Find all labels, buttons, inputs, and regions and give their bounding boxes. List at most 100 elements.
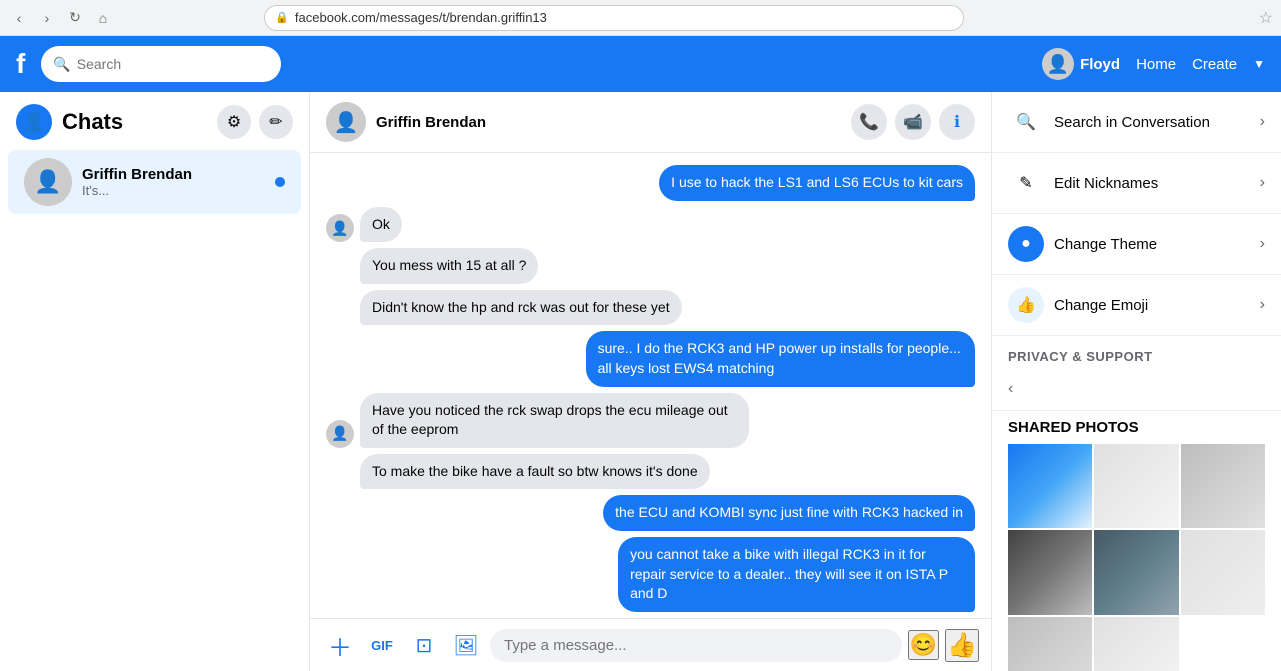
message-bubble: I use to hack the LS1 and LS6 ECUs to ki… <box>659 165 975 201</box>
home-button[interactable]: ⌂ <box>92 7 114 29</box>
emoji-button[interactable]: 😊 <box>908 630 939 660</box>
refresh-button[interactable]: ↻ <box>64 7 86 29</box>
shared-photos-title: SHARED PHOTOS <box>1008 419 1265 436</box>
right-panel: 🔍 Search in Conversation › ✎ Edit Nickna… <box>991 92 1281 671</box>
chat-name: Griffin Brendan <box>82 166 265 183</box>
main-layout: 👤 Chats ⚙ ✏ 👤 Griffin Brendan It's... 👤 <box>0 92 1281 671</box>
message-input[interactable] <box>490 629 902 662</box>
message-row: the ECU and KOMBI sync just fine with RC… <box>326 495 975 531</box>
search-conv-icon-bg: 🔍 <box>1008 104 1044 140</box>
like-button[interactable]: 👍 <box>945 629 979 662</box>
create-nav[interactable]: Create <box>1192 56 1237 73</box>
photo-thumb[interactable] <box>1008 444 1092 528</box>
chat-item[interactable]: 👤 Griffin Brendan It's... <box>8 150 301 214</box>
lock-icon: 🔒 <box>275 11 289 24</box>
message-avatar: 👤 <box>326 214 354 242</box>
message-bubble: Didn't know the hp and rck was out for t… <box>360 290 682 326</box>
search-conversation-item[interactable]: 🔍 Search in Conversation › <box>992 92 1281 153</box>
search-conversation-label: Search in Conversation <box>1054 114 1260 131</box>
change-emoji-item[interactable]: 👍 Change Emoji › <box>992 275 1281 336</box>
messages-area: I use to hack the LS1 and LS6 ECUs to ki… <box>310 153 991 618</box>
chevron-right-icon-2: › <box>1260 174 1265 192</box>
photo-thumb[interactable] <box>1008 617 1092 671</box>
edit-nicknames-item[interactable]: ✎ Edit Nicknames › <box>992 153 1281 214</box>
search-input[interactable] <box>77 56 257 72</box>
bookmark-button[interactable]: ☆ <box>1259 8 1273 28</box>
search-icon: 🔍 <box>53 56 70 73</box>
video-call-button[interactable]: 📹 <box>895 104 931 140</box>
privacy-title: PRIVACY & SUPPORT <box>1008 349 1153 364</box>
user-avatar: 👤 <box>1042 48 1074 80</box>
change-emoji-icon: 👍 <box>1016 295 1036 315</box>
sidebar-icons: ⚙ ✏ <box>217 105 293 139</box>
address-bar[interactable]: 🔒 facebook.com/messages/t/brendan.griffi… <box>264 5 964 31</box>
chevron-left-privacy-icon: ‹ <box>1008 380 1013 398</box>
message-bubble: You mess with 15 at all ? <box>360 248 538 284</box>
sticker-button[interactable]: ⊡ <box>406 627 442 663</box>
photo-thumb[interactable] <box>1094 444 1178 528</box>
new-message-button[interactable]: ✏ <box>259 105 293 139</box>
search-box[interactable]: 🔍 <box>41 46 281 82</box>
dropdown-arrow[interactable]: ▼ <box>1253 57 1265 71</box>
edit-nicknames-icon-bg: ✎ <box>1008 165 1044 201</box>
add-button[interactable]: ＋ <box>322 627 358 663</box>
change-theme-icon: ● <box>1021 235 1031 253</box>
message-avatar: 👤 <box>326 420 354 448</box>
chat-header: 👤 Griffin Brendan 📞 📹 ℹ <box>310 92 991 153</box>
photo-thumb[interactable] <box>1094 617 1178 671</box>
chat-header-name-area: Griffin Brendan <box>376 114 486 131</box>
message-row: To make the bike have a fault so btw kno… <box>326 454 975 490</box>
home-nav[interactable]: Home <box>1136 56 1176 73</box>
facebook-logo: f <box>16 48 25 80</box>
privacy-item[interactable]: ‹ <box>992 368 1281 411</box>
shared-photos-section: SHARED PHOTOS <box>992 411 1281 671</box>
chat-info: Griffin Brendan It's... <box>82 166 265 198</box>
info-button[interactable]: ℹ <box>939 104 975 140</box>
sidebar-user-avatar: 👤 <box>16 104 52 140</box>
phone-call-button[interactable]: 📞 <box>851 104 887 140</box>
browser-chrome: ‹ › ↻ ⌂ 🔒 facebook.com/messages/t/brenda… <box>0 0 1281 36</box>
message-bubble: you cannot take a bike with illegal RCK3… <box>618 537 975 612</box>
message-row: You mess with 15 at all ? <box>326 248 975 284</box>
message-bubble: the ECU and KOMBI sync just fine with RC… <box>603 495 975 531</box>
photo-thumb[interactable] <box>1181 444 1265 528</box>
message-bubble: Ok <box>360 207 402 243</box>
top-nav-right: 👤 Floyd Home Create ▼ <box>1042 48 1265 80</box>
privacy-section: PRIVACY & SUPPORT <box>992 336 1281 368</box>
message-row: sure.. I do the RCK3 and HP power up ins… <box>326 331 975 386</box>
chat-avatar: 👤 <box>24 158 72 206</box>
settings-button[interactable]: ⚙ <box>217 105 251 139</box>
chevron-right-icon: › <box>1260 113 1265 131</box>
gif-button[interactable]: GIF <box>364 627 400 663</box>
user-name: Floyd <box>1080 56 1120 73</box>
message-bubble: Have you noticed the rck swap drops the … <box>360 393 749 448</box>
message-row: Didn't know the hp and rck was out for t… <box>326 290 975 326</box>
url-text: facebook.com/messages/t/brendan.griffin1… <box>295 10 547 25</box>
chat-list: 👤 Griffin Brendan It's... <box>0 148 309 671</box>
sidebar-header: 👤 Chats ⚙ ✏ <box>0 92 309 148</box>
chat-contact-name: Griffin Brendan <box>376 114 486 131</box>
unread-indicator <box>275 177 285 187</box>
change-theme-item[interactable]: ● Change Theme › <box>992 214 1281 275</box>
message-row: I use to hack the LS1 and LS6 ECUs to ki… <box>326 165 975 201</box>
photos-grid <box>1008 444 1265 671</box>
message-bubble: To make the bike have a fault so btw kno… <box>360 454 710 490</box>
photo-button[interactable]: 🖼 <box>448 627 484 663</box>
back-button[interactable]: ‹ <box>8 7 30 29</box>
photo-thumb[interactable] <box>1008 530 1092 614</box>
photo-thumb[interactable] <box>1181 530 1265 614</box>
change-theme-label: Change Theme <box>1054 236 1260 253</box>
change-emoji-label: Change Emoji <box>1054 297 1260 314</box>
search-conv-icon: 🔍 <box>1016 112 1036 132</box>
user-profile[interactable]: 👤 Floyd <box>1042 48 1120 80</box>
message-row: you cannot take a bike with illegal RCK3… <box>326 537 975 612</box>
chat-header-avatar: 👤 <box>326 102 366 142</box>
photo-thumb[interactable] <box>1094 530 1178 614</box>
chat-preview: It's... <box>82 183 265 198</box>
chevron-right-icon-3: › <box>1260 235 1265 253</box>
forward-button[interactable]: › <box>36 7 58 29</box>
message-input-area: ＋ GIF ⊡ 🖼 😊 👍 <box>310 618 991 671</box>
chevron-right-icon-4: › <box>1260 296 1265 314</box>
message-row: 👤 Have you noticed the rck swap drops th… <box>326 393 975 448</box>
message-bubble: sure.. I do the RCK3 and HP power up ins… <box>586 331 975 386</box>
